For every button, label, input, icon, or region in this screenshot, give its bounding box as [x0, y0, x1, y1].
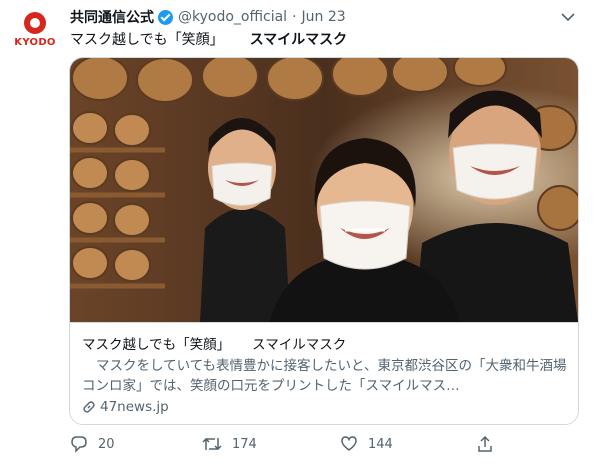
reply-icon [71, 436, 87, 453]
tweet-date[interactable]: Jun 23 [302, 9, 346, 25]
tweet-text-bold: スマイルマスク [249, 32, 348, 48]
card-title-suffix: スマイルマスク [252, 337, 347, 353]
card-description: マスクをしていても表情豊かに接客したいと、東京都渋谷区の「大衆和牛酒場コンロ家」… [82, 358, 567, 394]
like-count: 144 [368, 436, 393, 452]
card-domain-text: 47news.jp [100, 399, 169, 415]
display-name[interactable]: 共同通信公式 [70, 7, 154, 27]
account-handle[interactable]: @kyodo_official [178, 9, 287, 25]
tweet: KYODO 共同通信公式 @kyodo_official · Jun 23 マス… [0, 0, 595, 466]
more-menu-button[interactable] [559, 10, 577, 24]
link-icon [83, 401, 95, 413]
card-image[interactable] [70, 58, 578, 322]
like-icon [341, 436, 357, 451]
avatar[interactable]: KYODO [10, 12, 60, 52]
retweet-count: 174 [232, 436, 257, 452]
link-card[interactable]: マスク越しでも「笑顔」 スマイルマスク マスクをしていても表情豊かに接客したいと、… [69, 57, 579, 425]
tweet-header: 共同通信公式 @kyodo_official · Jun 23 [70, 6, 346, 28]
retweet-icon [202, 437, 222, 451]
tweet-text-main: マスク越しでも「笑顔」 [70, 32, 224, 48]
reply-button[interactable]: 20 [70, 432, 115, 456]
share-icon [478, 435, 492, 452]
like-button[interactable]: 144 [340, 432, 393, 456]
card-title: マスク越しでも「笑顔」 スマイルマスク [82, 333, 346, 353]
retweet-button[interactable]: 174 [202, 432, 257, 456]
header-separator: · [292, 9, 297, 25]
card-title-main: マスク越しでも「笑顔」 [82, 337, 231, 353]
kyodo-logo-icon [24, 12, 46, 34]
verified-badge-icon [158, 9, 173, 25]
tweet-actions: 20 174 144 [70, 432, 570, 456]
reply-count: 20 [98, 436, 115, 452]
avatar-logo-text: KYODO [14, 37, 56, 48]
card-domain[interactable]: 47news.jp [82, 399, 169, 415]
chevron-down-icon [561, 12, 575, 21]
card-body[interactable]: マスク越しでも「笑顔」 スマイルマスク マスクをしていても表情豊かに接客したいと、… [70, 322, 578, 424]
tweet-text: マスク越しでも「笑顔」 スマイルマスク [70, 29, 347, 49]
share-button[interactable] [476, 432, 504, 456]
